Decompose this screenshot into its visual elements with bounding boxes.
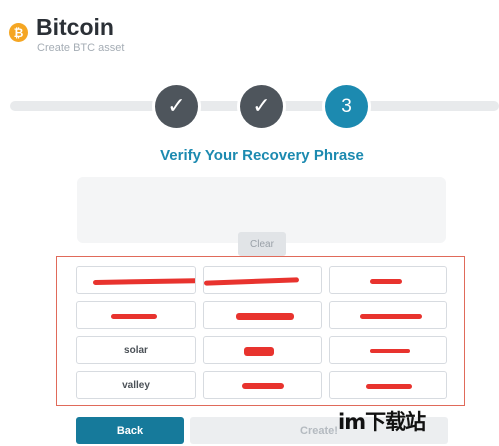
back-button[interactable]: Back bbox=[76, 417, 184, 444]
word-chip[interactable] bbox=[203, 336, 322, 364]
step-2-complete-icon: ✓ bbox=[240, 85, 283, 128]
word-chip[interactable] bbox=[203, 266, 322, 294]
redaction-mark bbox=[92, 277, 195, 286]
redaction-mark bbox=[370, 349, 410, 353]
word-chip[interactable] bbox=[329, 266, 447, 294]
section-heading: Verify Your Recovery Phrase bbox=[160, 147, 364, 164]
word-chip[interactable] bbox=[329, 336, 447, 364]
redaction-mark bbox=[366, 384, 412, 389]
word-chip[interactable] bbox=[76, 266, 196, 294]
redaction-mark bbox=[244, 347, 274, 356]
redaction-mark bbox=[370, 279, 402, 284]
word-chip[interactable]: valley bbox=[76, 371, 196, 399]
word-chip[interactable] bbox=[76, 301, 196, 329]
redaction-mark bbox=[242, 383, 284, 389]
redaction-mark bbox=[236, 313, 294, 320]
word-grid: solar valley bbox=[76, 266, 447, 399]
step-1-complete-icon: ✓ bbox=[155, 85, 198, 128]
page-title: Bitcoin bbox=[36, 14, 114, 40]
word-label: solar bbox=[124, 344, 148, 356]
word-chip[interactable] bbox=[203, 371, 322, 399]
word-chip[interactable] bbox=[329, 371, 447, 399]
clear-button[interactable]: Clear bbox=[238, 232, 286, 256]
word-label: valley bbox=[122, 379, 150, 391]
redaction-mark bbox=[360, 314, 422, 319]
redaction-mark bbox=[204, 277, 300, 286]
site-watermark: im下载站 bbox=[338, 410, 426, 434]
page-subtitle: Create BTC asset bbox=[37, 42, 125, 54]
redaction-mark bbox=[111, 314, 157, 319]
word-chip[interactable] bbox=[329, 301, 447, 329]
step-3-indicator: 3 bbox=[325, 85, 368, 128]
word-chip[interactable]: solar bbox=[76, 336, 196, 364]
bitcoin-icon: ₿ bbox=[9, 23, 28, 42]
word-chip[interactable] bbox=[203, 301, 322, 329]
